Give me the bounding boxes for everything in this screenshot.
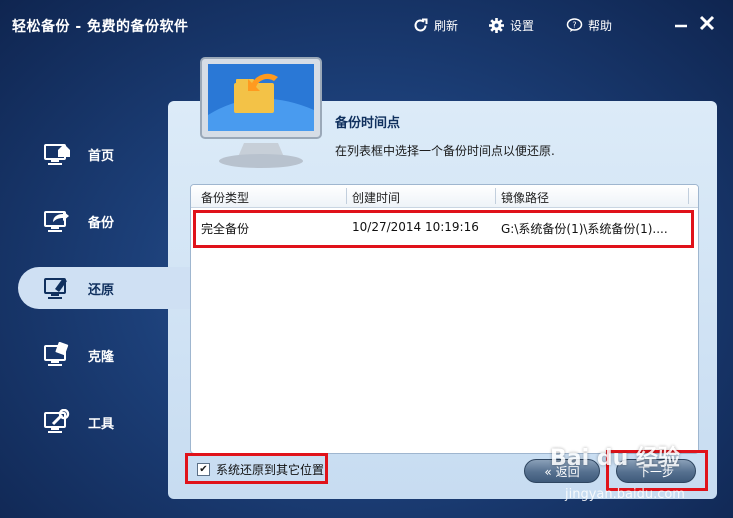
table-header: 备份类型 创建时间 镜像路径 <box>191 185 698 208</box>
back-button-label: « 返回 <box>544 464 580 479</box>
app-title: 轻松备份 - 免费的备份软件 <box>12 19 189 35</box>
refresh-button[interactable]: 刷新 <box>412 17 458 34</box>
restore-monitor-icon <box>40 274 74 302</box>
gear-icon <box>489 18 504 33</box>
checkbox-box[interactable]: ✔ <box>197 463 210 476</box>
tools-monitor-icon <box>40 408 74 436</box>
settings-button[interactable]: 设置 <box>488 17 534 34</box>
sidebar-item-label: 备份 <box>88 215 115 231</box>
sidebar-item-clone[interactable]: 克隆 <box>18 334 188 376</box>
restore-other-location-checkbox[interactable]: ✔ 系统还原到其它位置 <box>197 461 324 478</box>
backup-point-list[interactable]: 备份类型 创建时间 镜像路径 完全备份 10/27/2014 10:19:16 … <box>190 184 699 454</box>
cell-backup-type: 完全备份 <box>201 222 250 236</box>
backup-monitor-icon <box>40 207 74 235</box>
sidebar-item-label: 还原 <box>88 282 115 298</box>
table-row[interactable]: 完全备份 10/27/2014 10:19:16 G:\系统备份(1)\系统备份… <box>191 213 698 241</box>
checkbox-label: 系统还原到其它位置 <box>216 463 325 477</box>
sidebar-item-label: 克隆 <box>88 349 115 365</box>
close-icon <box>699 15 715 31</box>
column-divider <box>495 188 496 204</box>
sidebar-item-label: 首页 <box>88 148 115 164</box>
restore-monitor-illustration <box>200 57 322 168</box>
sidebar-item-home[interactable]: 首页 <box>18 133 188 175</box>
title-bar: 轻松备份 - 免费的备份软件 刷新 设置 ? 帮助 <box>0 0 733 52</box>
next-button[interactable]: 下一步 <box>616 459 696 483</box>
clone-monitor-icon <box>40 341 74 369</box>
cell-created-time: 10/27/2014 10:19:16 <box>352 220 479 234</box>
home-monitor-icon <box>40 140 74 168</box>
refresh-icon <box>414 18 428 32</box>
refresh-label: 刷新 <box>434 19 459 33</box>
help-button[interactable]: ? 帮助 <box>566 17 612 34</box>
close-button[interactable] <box>696 12 718 34</box>
cell-image-path: G:\系统备份(1)\系统备份(1).... <box>501 222 668 236</box>
column-header-created[interactable]: 创建时间 <box>352 189 400 206</box>
column-header-type[interactable]: 备份类型 <box>201 189 249 206</box>
minimize-button[interactable] <box>670 12 692 34</box>
section-description: 在列表框中选择一个备份时间点以便还原. <box>335 144 555 158</box>
next-button-label: 下一步 <box>637 464 674 479</box>
section-title: 备份时间点 <box>335 116 401 131</box>
help-label: 帮助 <box>588 19 613 33</box>
svg-text:?: ? <box>572 21 576 30</box>
minimize-icon <box>675 24 687 28</box>
settings-label: 设置 <box>510 19 535 33</box>
column-divider <box>688 188 689 204</box>
column-header-path[interactable]: 镜像路径 <box>501 189 549 206</box>
sidebar-item-restore[interactable]: 还原 <box>18 267 190 309</box>
sidebar-item-backup[interactable]: 备份 <box>18 200 188 242</box>
help-icon: ? <box>566 18 583 32</box>
column-divider <box>346 188 347 204</box>
back-button[interactable]: « 返回 <box>524 459 600 483</box>
sidebar-item-label: 工具 <box>88 416 115 432</box>
sidebar-item-tools[interactable]: 工具 <box>18 401 188 443</box>
